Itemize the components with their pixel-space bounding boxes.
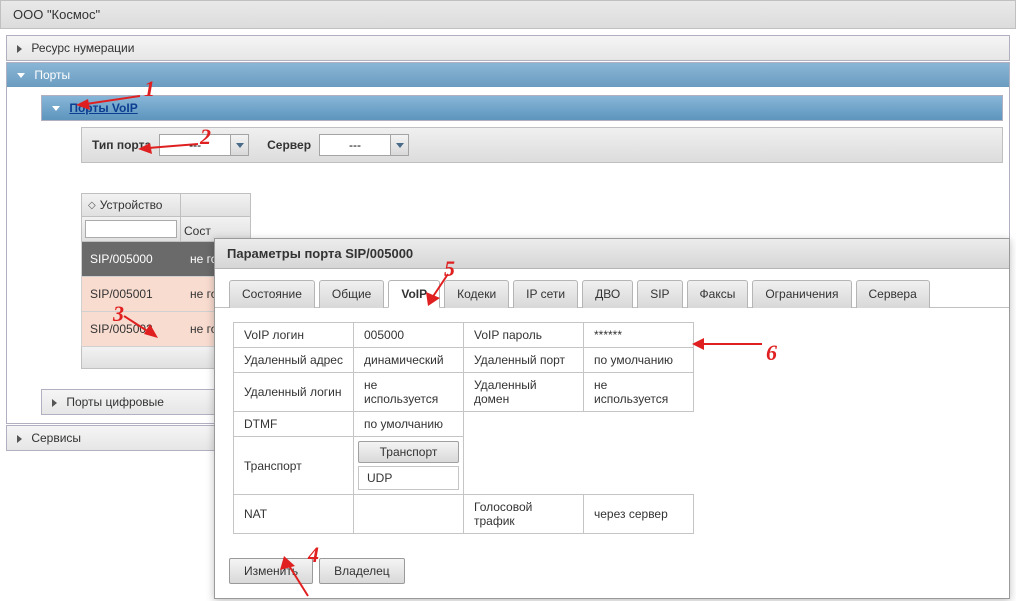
- prop-label: Голосовой трафик: [464, 495, 584, 534]
- prop-value: по умолчанию: [354, 412, 464, 437]
- prop-value: через сервер: [584, 495, 694, 534]
- chevron-down-icon: [396, 143, 404, 148]
- port-type-combo[interactable]: [159, 134, 249, 156]
- prop-label: VoIP пароль: [464, 323, 584, 348]
- prop-label: DTMF: [234, 412, 354, 437]
- edit-button[interactable]: Изменить: [229, 558, 313, 584]
- cell-device: SIP/005001: [90, 287, 190, 301]
- accordion-ports[interactable]: Порты: [7, 63, 1009, 87]
- server-value[interactable]: [320, 135, 390, 155]
- device-filter-input[interactable]: [85, 220, 177, 238]
- col-device-label: Устройство: [100, 198, 163, 212]
- prop-label: Удаленный домен: [464, 373, 584, 412]
- accordion-label: Порты: [34, 68, 70, 82]
- page-title: ООО "Космос": [0, 0, 1016, 29]
- prop-label: Удаленный адрес: [234, 348, 354, 373]
- port-type-value[interactable]: [160, 135, 230, 155]
- prop-value: не используется: [584, 373, 694, 412]
- prop-value: динамический: [354, 348, 464, 373]
- sort-icon: ◇: [88, 200, 96, 211]
- prop-label: Транспорт: [234, 437, 354, 495]
- tab-servers[interactable]: Сервера: [856, 280, 930, 308]
- accordion-label: Порты цифровые: [66, 395, 164, 409]
- prop-value: 005000: [354, 323, 464, 348]
- tab-voip[interactable]: VoIP: [388, 280, 440, 308]
- dropdown-button[interactable]: [390, 135, 408, 155]
- prop-label: NAT: [234, 495, 354, 534]
- tab-dvo[interactable]: ДВО: [582, 280, 633, 308]
- tab-ipnets[interactable]: IP сети: [513, 280, 578, 308]
- owner-button[interactable]: Владелец: [319, 558, 405, 584]
- chevron-right-icon: [17, 435, 22, 443]
- col-state-label: Сост: [184, 224, 211, 238]
- accordion-numbering[interactable]: Ресурс нумерации: [7, 36, 1009, 60]
- tab-limits[interactable]: Ограничения: [752, 280, 851, 308]
- transport-button[interactable]: Транспорт: [358, 441, 459, 463]
- prop-label: Удаленный порт: [464, 348, 584, 373]
- prop-value: по умолчанию: [584, 348, 694, 373]
- accordion-label: Ресурс нумерации: [31, 41, 134, 55]
- prop-value: ******: [584, 323, 694, 348]
- chevron-down-icon: [52, 106, 60, 111]
- chevron-down-icon: [236, 143, 244, 148]
- dropdown-button[interactable]: [230, 135, 248, 155]
- prop-label: Удаленный логин: [234, 373, 354, 412]
- transport-value: UDP: [358, 466, 459, 490]
- tab-state[interactable]: Состояние: [229, 280, 315, 308]
- port-params-dialog: Параметры порта SIP/005000 Состояние Общ…: [214, 238, 1010, 599]
- filter-toolbar: Тип порта Сервер: [81, 127, 1003, 163]
- tab-fax[interactable]: Факсы: [687, 280, 749, 308]
- cell-device: SIP/005002: [90, 322, 190, 336]
- prop-value: не используется: [354, 373, 464, 412]
- accordion-label: Сервисы: [31, 431, 81, 445]
- chevron-down-icon: [17, 73, 25, 78]
- cell-device: SIP/005000: [90, 252, 190, 266]
- ports-voip-link[interactable]: Порты VoIP: [69, 101, 137, 115]
- chevron-right-icon: [17, 45, 22, 53]
- chevron-right-icon: [52, 399, 57, 407]
- dialog-tabs: Состояние Общие VoIP Кодеки IP сети ДВО …: [215, 269, 1009, 308]
- port-type-label: Тип порта: [92, 138, 151, 152]
- col-state-header[interactable]: [181, 193, 251, 217]
- prop-label: VoIP логин: [234, 323, 354, 348]
- accordion-ports-voip[interactable]: Порты VoIP: [42, 96, 1002, 120]
- col-device-header[interactable]: ◇ Устройство: [81, 193, 181, 217]
- dialog-title: Параметры порта SIP/005000: [215, 239, 1009, 269]
- server-combo[interactable]: [319, 134, 409, 156]
- voip-properties-table: VoIP логин 005000 VoIP пароль ****** Уда…: [233, 322, 694, 534]
- server-label: Сервер: [267, 138, 311, 152]
- tab-sip[interactable]: SIP: [637, 280, 682, 308]
- tab-codecs[interactable]: Кодеки: [444, 280, 509, 308]
- tab-general[interactable]: Общие: [319, 280, 384, 308]
- prop-value: [354, 495, 464, 534]
